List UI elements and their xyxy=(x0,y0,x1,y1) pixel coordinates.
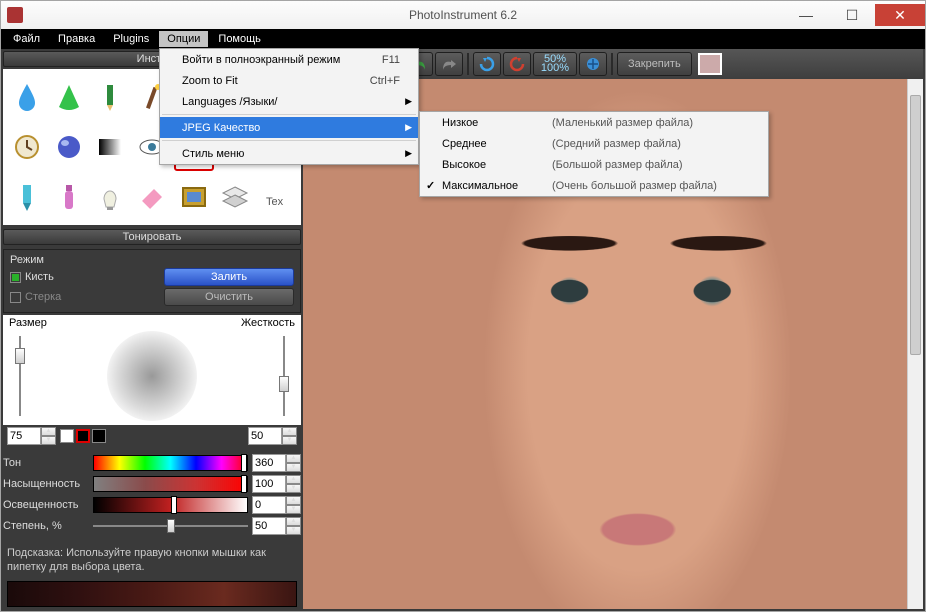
hue-input[interactable] xyxy=(252,454,286,472)
tone-panel-title: Тонировать xyxy=(3,229,301,245)
jpeg-quality-submenu: Низкое (Маленький размер файла) Среднее … xyxy=(419,111,769,197)
sat-label: Насыщенность xyxy=(3,478,89,490)
hardness-slider[interactable] xyxy=(275,336,293,416)
tool-gradient[interactable] xyxy=(90,123,130,171)
tool-sphere[interactable] xyxy=(49,123,89,171)
hardness-input-box: ▲▼ xyxy=(248,427,297,445)
dd-menu-style[interactable]: Стиль меню▶ xyxy=(160,143,418,164)
size-label: Размер xyxy=(9,317,47,329)
app-window: PhotoInstrument 6.2 — ☐ ✕ Файл Правка Pl… xyxy=(0,0,926,612)
tool-clock[interactable] xyxy=(7,123,47,171)
dd-quality-high[interactable]: Высокое (Большой размер файла) xyxy=(420,154,768,175)
zoom-bottom: 100% xyxy=(541,64,569,73)
lit-input[interactable] xyxy=(252,496,286,514)
amount-label: Степень, % xyxy=(3,520,89,532)
sat-input[interactable] xyxy=(252,475,286,493)
titlebar: PhotoInstrument 6.2 — ☐ ✕ xyxy=(1,1,925,29)
size-input[interactable] xyxy=(7,427,41,445)
hint-text: Подсказка: Используйте правую кнопки мыш… xyxy=(1,542,303,579)
lit-label: Освещенность xyxy=(3,499,89,511)
vertical-scrollbar[interactable] xyxy=(907,79,923,609)
tool-layers[interactable] xyxy=(216,173,256,221)
amount-spinner[interactable]: ▲▼ xyxy=(286,517,301,535)
tool-bulb[interactable] xyxy=(90,173,130,221)
zoom-fit-button[interactable] xyxy=(579,52,607,76)
window-title: PhotoInstrument 6.2 xyxy=(1,8,925,22)
image-thumbnail[interactable] xyxy=(698,53,722,75)
tool-pencil[interactable] xyxy=(90,73,130,121)
color-preview-strip xyxy=(7,581,297,607)
sat-slider[interactable] xyxy=(93,476,248,492)
size-slider[interactable] xyxy=(11,336,29,416)
brush-preview xyxy=(107,331,197,421)
zoom-indicator[interactable]: 50% 100% xyxy=(533,52,577,76)
swatch-black-selected[interactable] xyxy=(76,429,90,443)
menu-plugins[interactable]: Plugins xyxy=(105,31,157,47)
brush-label: Кисть xyxy=(25,271,164,283)
brush-value-row: ▲▼ ▲▼ xyxy=(3,425,301,447)
dd-languages[interactable]: Languages /Языки/▶ xyxy=(160,91,418,112)
amount-slider[interactable] xyxy=(93,518,248,534)
menu-file[interactable]: Файл xyxy=(5,31,48,47)
dd-quality-low[interactable]: Низкое (Маленький размер файла) xyxy=(420,112,768,133)
menu-edit[interactable]: Правка xyxy=(50,31,103,47)
dd-quality-max[interactable]: Максимальное (Очень большой размер файла… xyxy=(420,175,768,196)
pin-button[interactable]: Закрепить xyxy=(617,52,692,76)
amount-input[interactable] xyxy=(252,517,286,535)
eraser-label: Стерка xyxy=(25,291,164,303)
mode-section: Режим Кисть Залить Стерка Очистить xyxy=(3,249,301,313)
sat-spinner[interactable]: ▲▼ xyxy=(286,475,301,493)
tool-marker[interactable] xyxy=(7,173,47,221)
dd-zoomfit[interactable]: Zoom to FitCtrl+F xyxy=(160,70,418,91)
redo-button[interactable] xyxy=(435,52,463,76)
hue-spinner[interactable]: ▲▼ xyxy=(286,454,301,472)
dd-jpeg-quality[interactable]: JPEG Качество▶ xyxy=(160,117,418,138)
svg-text:Tex: Tex xyxy=(266,196,284,208)
lit-spinner[interactable]: ▲▼ xyxy=(286,496,301,514)
menu-options[interactable]: Опции xyxy=(159,31,208,47)
dd-quality-medium[interactable]: Среднее (Средний размер файла) xyxy=(420,133,768,154)
mode-label: Режим xyxy=(10,254,294,266)
swatch-white[interactable] xyxy=(60,429,74,443)
tool-bottle[interactable] xyxy=(49,173,89,221)
rotate-left-button[interactable] xyxy=(473,52,501,76)
dd-fullscreen[interactable]: Войти в полноэкранный режимF11 xyxy=(160,49,418,70)
tool-drop[interactable] xyxy=(7,73,47,121)
lit-slider[interactable] xyxy=(93,497,248,513)
tool-frame[interactable] xyxy=(174,173,214,221)
options-dropdown: Войти в полноэкранный режимF11 Zoom to F… xyxy=(159,48,419,165)
hardness-spinner[interactable]: ▲▼ xyxy=(282,427,297,445)
tool-cone[interactable] xyxy=(49,73,89,121)
hue-label: Тон xyxy=(3,457,89,469)
size-spinner[interactable]: ▲▼ xyxy=(41,427,56,445)
rotate-right-button[interactable] xyxy=(503,52,531,76)
size-input-box: ▲▼ xyxy=(7,427,56,445)
color-section: Тон ▲▼ Насыщенность ▲▼ Освещенность ▲▼ С… xyxy=(3,451,301,538)
hue-slider[interactable] xyxy=(93,455,248,471)
eraser-checkbox[interactable] xyxy=(10,292,21,303)
tool-eraser[interactable] xyxy=(132,173,172,221)
menu-help[interactable]: Помощь xyxy=(210,31,269,47)
clear-button[interactable]: Очистить xyxy=(164,288,294,306)
menubar: Файл Правка Plugins Опции Помощь xyxy=(1,29,925,49)
brush-checkbox[interactable] xyxy=(10,272,21,283)
tool-text[interactable]: Tex xyxy=(257,173,297,221)
hardness-input[interactable] xyxy=(248,427,282,445)
swatch-black[interactable] xyxy=(92,429,106,443)
fill-button[interactable]: Залить xyxy=(164,268,294,286)
hardness-label: Жесткость xyxy=(241,317,295,329)
brush-preview-area: Размер Жесткость xyxy=(3,315,301,425)
